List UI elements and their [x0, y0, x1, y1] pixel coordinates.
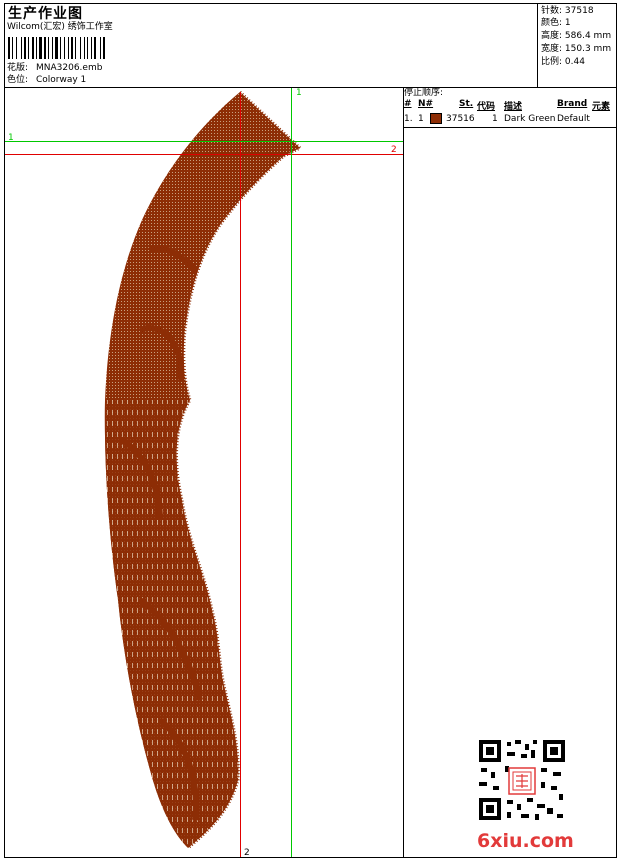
guide-green-vertical[interactable] — [291, 88, 292, 857]
guide-green-v-label: 1 — [296, 88, 302, 98]
guide-red-vertical[interactable] — [240, 92, 241, 857]
guide-red-h-label: 2 — [391, 145, 397, 155]
qr-code-icon — [477, 738, 567, 822]
embroidery-design-icon — [104, 90, 303, 850]
guide-red-v-label: 2 — [244, 848, 250, 858]
guide-red-horizontal[interactable] — [5, 154, 403, 155]
guide-green-h-label: 1 — [8, 133, 14, 143]
watermark-text: 6xiu.com — [477, 830, 574, 852]
guide-green-horizontal[interactable] — [5, 141, 403, 142]
